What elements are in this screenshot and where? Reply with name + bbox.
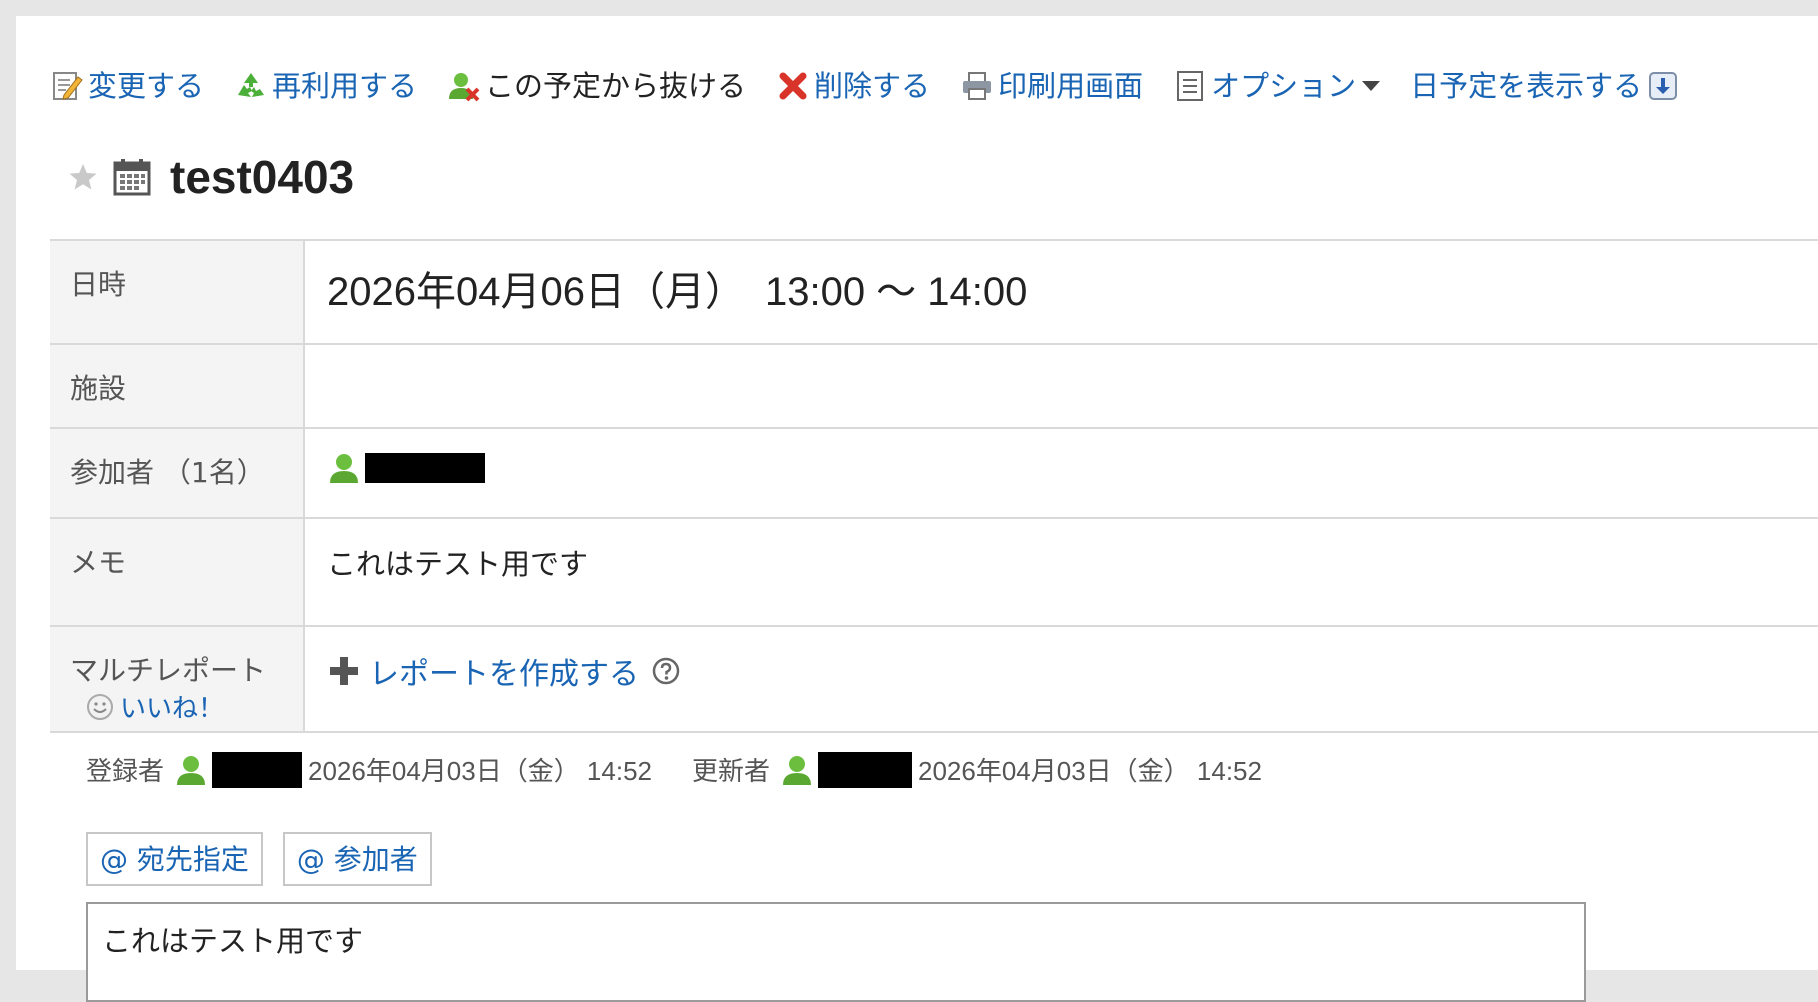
event-title: test0403	[170, 151, 355, 203]
create-report-link[interactable]: レポートを作成する	[327, 649, 681, 693]
datetime-value: 2026年04月06日（月） 13:00 〜 14:00	[304, 239, 1818, 345]
mention-recipient-button[interactable]: @ 宛先指定	[86, 832, 263, 886]
delete-x-icon	[779, 72, 807, 100]
recycle-icon	[238, 73, 265, 97]
like-button[interactable]: いいね！	[86, 688, 224, 725]
create-report-label: レポートを作成する	[369, 657, 639, 692]
plus-icon	[330, 657, 358, 685]
memo-label: メモ	[50, 517, 305, 627]
show-day-schedule-button[interactable]: 日予定を表示する	[1410, 66, 1678, 106]
change-button[interactable]: 変更する	[50, 66, 204, 106]
user-icon	[783, 755, 811, 785]
record-meta: 登録者 2026年04月03日（金） 14:52 更新者 2026年04月03日…	[86, 751, 1262, 788]
multireport-row: マルチレポート レポートを作成する	[50, 625, 1818, 733]
memo-edit-icon	[53, 72, 83, 100]
help-icon[interactable]	[651, 656, 681, 686]
print-button[interactable]: 印刷用画面	[960, 66, 1143, 106]
schedule-page: 変更する 再利用する この予定から抜ける 削除する 印刷用画面 オプション 日予…	[16, 16, 1818, 1002]
reuse-button[interactable]: 再利用する	[234, 66, 417, 106]
participants-value	[304, 427, 1818, 519]
chevron-down-icon	[1362, 81, 1381, 91]
show-day-label: 日予定を表示する	[1410, 69, 1643, 103]
options-list-icon	[1177, 71, 1204, 101]
mention-participants-button[interactable]: @ 参加者	[282, 832, 432, 886]
facility-row: 施設	[50, 343, 1818, 429]
facility-value	[304, 343, 1818, 429]
smile-icon	[87, 693, 113, 720]
action-toolbar: 変更する 再利用する この予定から抜ける 削除する 印刷用画面 オプション 日予…	[50, 54, 1708, 118]
memo-row: メモ これはテスト用です	[50, 517, 1818, 627]
leave-event-button[interactable]: この予定から抜ける	[447, 66, 746, 106]
registered-by-label: 登録者	[86, 756, 165, 786]
print-label: 印刷用画面	[998, 69, 1144, 103]
change-label: 変更する	[88, 69, 205, 103]
star-icon[interactable]	[68, 162, 98, 192]
participants-label: 参加者 （1名）	[50, 427, 305, 519]
comment-input[interactable]: これはテスト用です	[86, 902, 1586, 1002]
options-label: オプション	[1211, 69, 1357, 103]
registered-date: 2026年04月03日（金） 14:52	[308, 756, 652, 786]
facility-label: 施設	[50, 343, 305, 429]
options-menu[interactable]: オプション	[1173, 66, 1381, 106]
delete-label: 削除する	[814, 69, 931, 103]
like-label: いいね！	[120, 694, 225, 724]
download-icon	[1649, 72, 1678, 100]
multireport-value: レポートを作成する	[304, 625, 1818, 733]
updated-date: 2026年04月03日（金） 14:52	[918, 756, 1262, 786]
registered-user-redacted[interactable]	[212, 751, 303, 788]
printer-icon	[963, 72, 992, 100]
user-icon	[330, 454, 358, 483]
participant-name-redacted[interactable]	[365, 453, 485, 483]
user-remove-icon	[449, 73, 480, 102]
updated-by-label: 更新者	[691, 756, 770, 786]
event-title-row: test0403	[68, 142, 354, 212]
leave-label: この予定から抜ける	[485, 69, 747, 103]
updated-user-redacted[interactable]	[818, 751, 912, 788]
participants-row: 参加者 （1名）	[50, 427, 1818, 519]
memo-value: これはテスト用です	[304, 517, 1818, 627]
calendar-icon	[113, 159, 151, 196]
mention-buttons: @ 宛先指定 @ 参加者	[86, 832, 432, 886]
datetime-label: 日時	[50, 239, 305, 345]
user-icon	[177, 755, 206, 785]
reuse-label: 再利用する	[272, 69, 418, 103]
event-detail-table: 日時 2026年04月06日（月） 13:00 〜 14:00 施設 参加者 （…	[50, 239, 1818, 733]
datetime-row: 日時 2026年04月06日（月） 13:00 〜 14:00	[50, 239, 1818, 345]
delete-button[interactable]: 削除する	[776, 66, 930, 106]
